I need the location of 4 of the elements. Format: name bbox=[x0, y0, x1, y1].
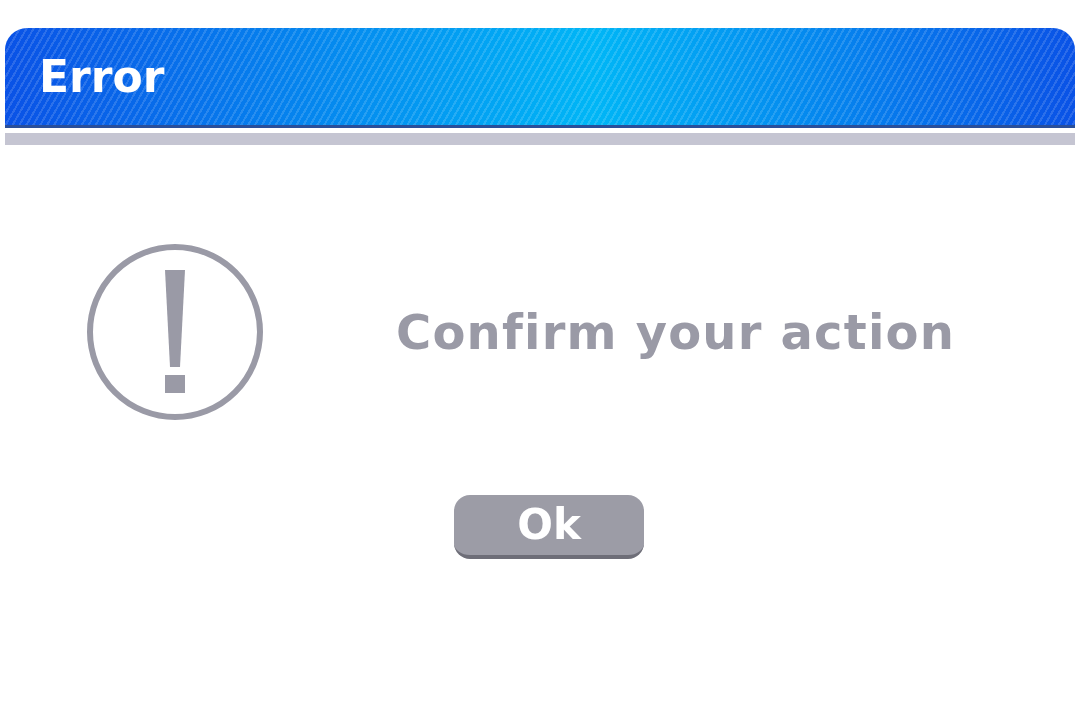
message-text: Confirm your action bbox=[396, 303, 956, 362]
exclamation-icon bbox=[86, 243, 264, 421]
ok-button[interactable]: Ok bbox=[454, 495, 644, 559]
window-title: Error bbox=[39, 54, 165, 99]
